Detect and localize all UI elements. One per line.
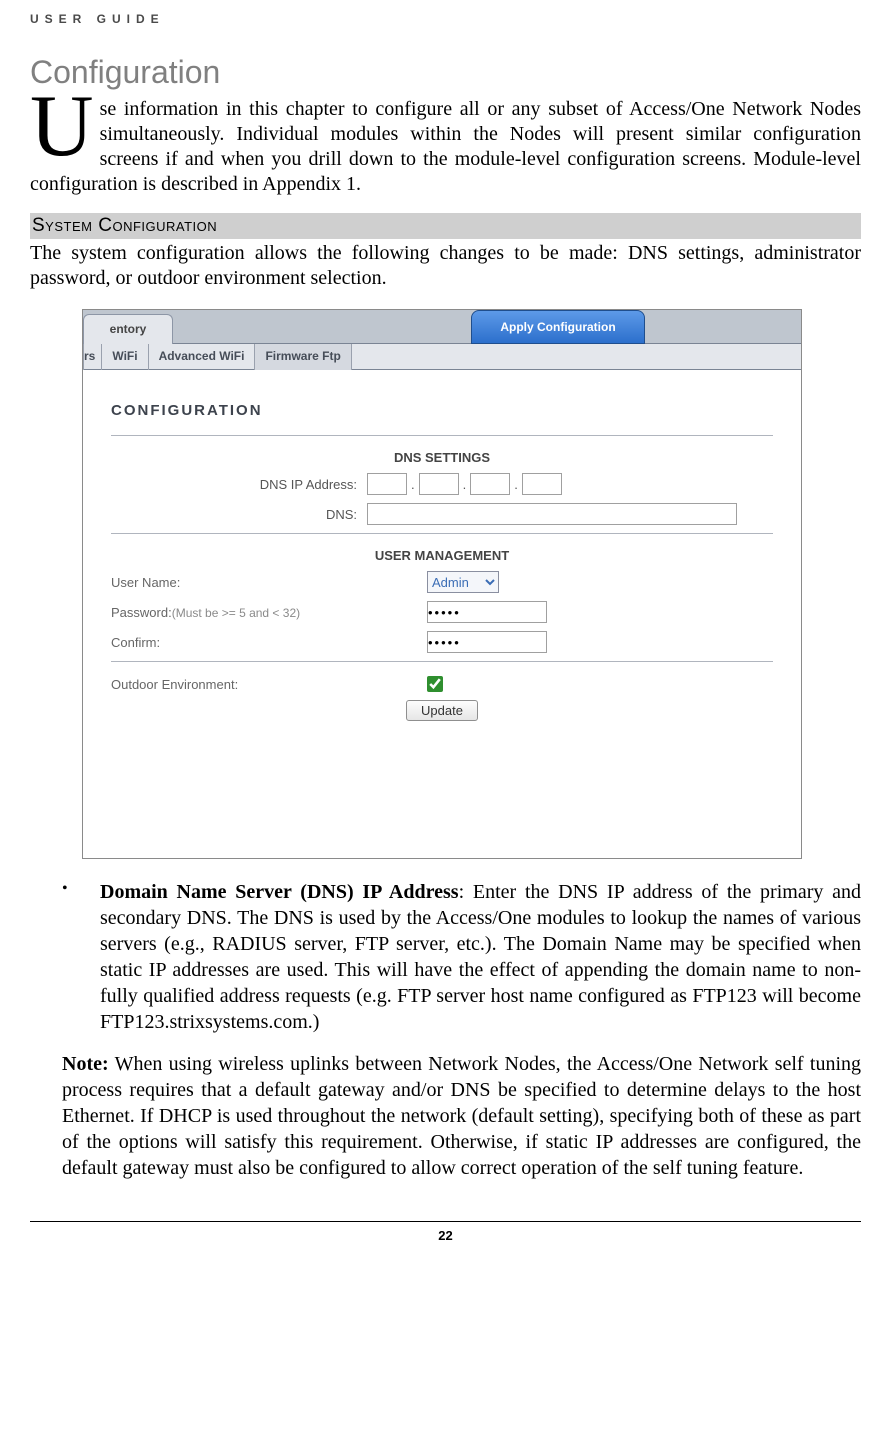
bullet-text: Domain Name Server (DNS) IP Address: Ent…	[100, 879, 861, 1035]
intro-paragraph: Use information in this chapter to confi…	[30, 97, 861, 197]
system-configuration-heading: System Configuration	[30, 213, 861, 239]
password-hint: (Must be >= 5 and < 32)	[172, 606, 300, 620]
sub-tab-row: rsWiFiAdvanced WiFiFirmware Ftp	[83, 344, 801, 370]
system-configuration-desc: The system configuration allows the foll…	[30, 241, 861, 291]
dropcap: U	[30, 97, 100, 157]
dot-icon: .	[407, 477, 419, 492]
dot-icon: .	[459, 477, 471, 492]
tab-apply-configuration[interactable]: Apply Configuration	[471, 310, 645, 344]
dns-ip-octet-1[interactable]	[367, 473, 407, 495]
tab-firmware-ftp[interactable]: Firmware Ftp	[255, 344, 351, 370]
confirm-row: Confirm:	[111, 631, 773, 653]
note-lead: Note:	[62, 1053, 109, 1075]
update-button-wrap: Update	[111, 700, 773, 721]
tab-inventory[interactable]: entory	[83, 314, 173, 344]
user-name-label: User Name:	[111, 575, 427, 590]
password-label: Password:(Must be >= 5 and < 32)	[111, 605, 427, 620]
dns-ip-octet-3[interactable]	[470, 473, 510, 495]
outdoor-row: Outdoor Environment:	[111, 676, 773, 692]
bullet-dns-ip: • Domain Name Server (DNS) IP Address: E…	[62, 879, 861, 1035]
top-tab-row: entory Apply Configuration	[83, 310, 801, 344]
outdoor-checkbox[interactable]	[427, 676, 443, 692]
intro-text: se information in this chapter to config…	[30, 98, 861, 195]
dot-icon: .	[510, 477, 522, 492]
dns-name-label: DNS:	[111, 507, 367, 522]
bullet-mark: •	[62, 879, 100, 1035]
dns-ip-octet-2[interactable]	[419, 473, 459, 495]
divider	[111, 435, 773, 436]
confirm-label: Confirm:	[111, 635, 427, 650]
page-number: 22	[30, 1228, 861, 1251]
config-panel: CONFIGURATION DNS SETTINGS DNS IP Addres…	[83, 370, 801, 721]
update-button[interactable]: Update	[406, 700, 478, 721]
tab-advanced-wifi[interactable]: Advanced WiFi	[149, 344, 256, 370]
config-panel-title: CONFIGURATION	[111, 402, 773, 419]
dns-ip-label: DNS IP Address:	[111, 477, 367, 492]
footer-rule	[30, 1221, 861, 1222]
user-name-row: User Name: Admin	[111, 571, 773, 593]
dns-name-row: DNS:	[111, 503, 773, 525]
divider	[111, 661, 773, 662]
config-screenshot: entory Apply Configuration rsWiFiAdvance…	[82, 309, 802, 859]
confirm-input[interactable]	[427, 631, 547, 653]
dns-ip-octet-4[interactable]	[522, 473, 562, 495]
password-input[interactable]	[427, 601, 547, 623]
divider	[111, 533, 773, 534]
tab-rs[interactable]: rs	[83, 344, 102, 370]
dns-name-input[interactable]	[367, 503, 737, 525]
tab-wifi[interactable]: WiFi	[102, 344, 148, 370]
note-body: When using wireless uplinks between Netw…	[62, 1053, 861, 1179]
user-management-heading: USER MANAGEMENT	[111, 548, 773, 563]
password-row: Password:(Must be >= 5 and < 32)	[111, 601, 773, 623]
chapter-title: Configuration	[30, 54, 861, 91]
running-header: USER GUIDE	[30, 12, 861, 26]
note-paragraph: Note: When using wireless uplinks betwee…	[62, 1051, 861, 1181]
user-name-select[interactable]: Admin	[427, 571, 499, 593]
bullet-body: : Enter the DNS IP address of the primar…	[100, 881, 861, 1033]
outdoor-label: Outdoor Environment:	[111, 677, 427, 692]
bullet-title: Domain Name Server (DNS) IP Address	[100, 881, 459, 903]
dns-ip-row: DNS IP Address: . . .	[111, 473, 773, 495]
dns-settings-heading: DNS SETTINGS	[111, 450, 773, 465]
